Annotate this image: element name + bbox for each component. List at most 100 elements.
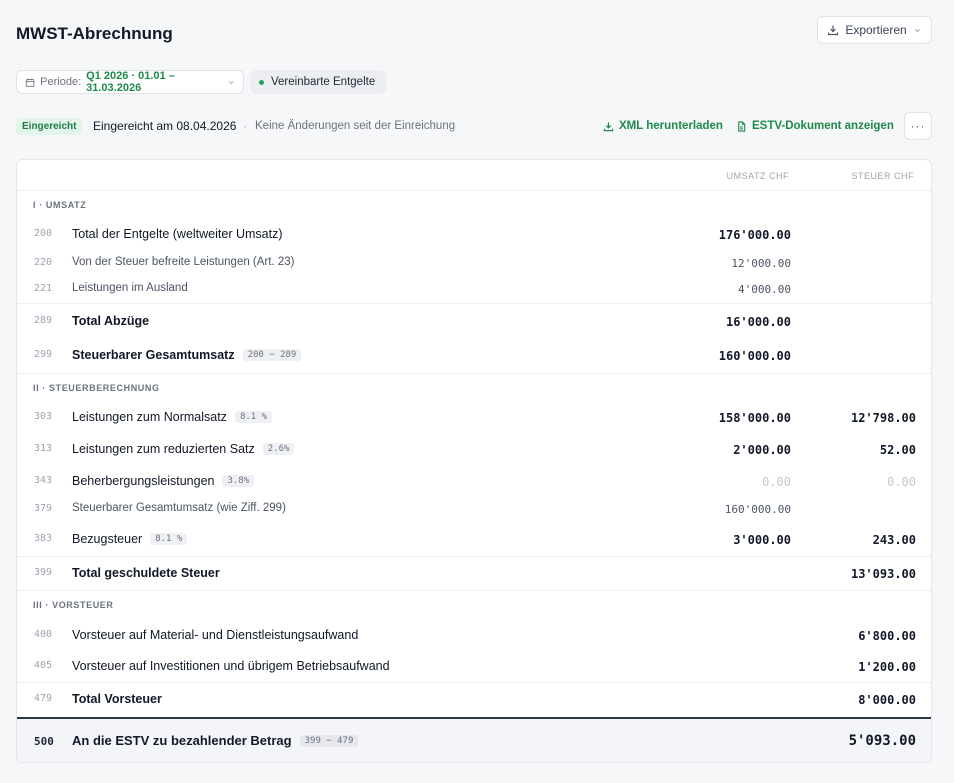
separator: ·: [243, 119, 247, 133]
xml-download-label: XML herunterladen: [619, 120, 723, 132]
row-label: Leistungen zum reduzierten Satz 2.6%: [72, 442, 295, 456]
table-row: 379 Steuerbarer Gesamtumsatz (wie Ziff. …: [17, 499, 931, 521]
row-steuer: 0.00: [887, 475, 916, 489]
chevron-down-icon: [228, 80, 234, 84]
chevron-down-icon: [914, 28, 920, 32]
row-label: Total der Entgelte (weltweiter Umsatz): [72, 227, 283, 241]
row-code: 383: [34, 533, 53, 544]
table-row: 405 Vorsteuer auf Investitionen und übri…: [17, 656, 931, 678]
period-select[interactable]: Periode: Q1 2026 · 01.01 – 31.03.2026: [16, 70, 244, 94]
formula-chip: 399 − 479: [299, 734, 359, 747]
row-umsatz: 12'000.00: [731, 257, 791, 270]
row-code: 221: [34, 283, 53, 294]
row-steuer: 13'093.00: [850, 567, 916, 581]
row-code: 400: [34, 629, 53, 640]
download-icon: [828, 25, 839, 36]
status-badge: Eingereicht: [16, 118, 83, 135]
status-dot-icon: [259, 79, 264, 85]
row-code: 313: [34, 443, 53, 454]
row-code: 399: [34, 567, 53, 578]
divider: [17, 556, 931, 557]
table-row: 289 Total Abzüge 16'000.00: [17, 311, 931, 333]
row-umsatz: 2'000.00: [733, 443, 791, 457]
calendar-icon: [25, 78, 35, 87]
row-label: Von der Steuer befreite Leistungen (Art.…: [72, 256, 295, 268]
xml-download-link[interactable]: XML herunterladen: [603, 120, 723, 132]
row-steuer: 1'200.00: [858, 660, 916, 674]
row-label: Beherbergungsleistungen 3.8%: [72, 474, 255, 488]
export-button[interactable]: Exportieren: [817, 16, 932, 44]
row-code: 405: [34, 660, 53, 671]
row-label: Total geschuldete Steuer: [72, 566, 220, 580]
estv-document-link[interactable]: ESTV-Dokument anzeigen: [736, 120, 894, 132]
rate-chip: 2.6%: [262, 443, 295, 455]
divider: [17, 190, 931, 191]
row-label: Steuerbarer Gesamtumsatz 200 − 289: [72, 348, 302, 362]
row-label: Total Vorsteuer: [72, 692, 162, 706]
table-row: 221 Leistungen im Ausland 4'000.00: [17, 279, 931, 301]
divider: [17, 682, 931, 683]
row-label: Total Abzüge: [72, 314, 150, 328]
page-title: MWST-Abrechnung: [16, 24, 173, 43]
rate-chip: 8.1 %: [150, 533, 188, 545]
section-title-vorsteuer: III · Vorsteuer: [33, 600, 114, 610]
row-umsatz: 16'000.00: [725, 315, 791, 329]
row-steuer: 52.00: [879, 443, 916, 457]
table-row: 383 Bezugsteuer 8.1 % 3'000.00 243.00: [17, 529, 931, 551]
more-options-button[interactable]: ···: [904, 112, 932, 140]
estv-document-label: ESTV-Dokument anzeigen: [752, 120, 894, 132]
row-label: Leistungen zum Normalsatz 8.1 %: [72, 410, 273, 424]
row-steuer: 12'798.00: [850, 411, 916, 425]
table-row: 343 Beherbergungsleistungen 3.8% 0.00 0.0…: [17, 471, 931, 493]
divider: [17, 303, 931, 304]
row-umsatz: 160'000.00: [724, 503, 791, 516]
row-label: Steuerbarer Gesamtumsatz (wie Ziff. 299): [72, 502, 286, 514]
table-row: 399 Total geschuldete Steuer 13'093.00: [17, 563, 931, 585]
row-code: 500: [34, 735, 54, 748]
download-icon: [603, 121, 614, 131]
divider: [17, 590, 931, 591]
row-label: Vorsteuer auf Material- und Dienstleistu…: [72, 628, 359, 642]
table-row: 220 Von der Steuer befreite Leistungen (…: [17, 253, 931, 275]
vat-table: Umsatz CHF Steuer CHF I · Umsatz 200 Tot…: [16, 159, 932, 763]
document-icon: [738, 120, 746, 132]
row-label: Vorsteuer auf Investitionen und übrigem …: [72, 659, 390, 673]
row-code: 479: [34, 693, 53, 704]
export-label: Exportieren: [845, 23, 907, 37]
period-value: Q1 2026 · 01.01 – 31.03.2026: [86, 70, 175, 94]
table-row: 299 Steuerbarer Gesamtumsatz 200 − 289 16…: [17, 345, 931, 367]
no-changes-note: Keine Änderungen seit der Einreichung: [255, 120, 456, 132]
table-row: 200 Total der Entgelte (weltweiter Umsat…: [17, 224, 931, 246]
table-row: 479 Total Vorsteuer 8'000.00: [17, 689, 931, 711]
rate-chip: 3.8%: [222, 475, 255, 487]
formula-chip: 200 − 289: [242, 349, 302, 361]
table-row: 313 Leistungen zum reduzierten Satz 2.6% …: [17, 439, 931, 461]
row-umsatz: 176'000.00: [718, 228, 791, 242]
col-header-umsatz: Umsatz CHF: [726, 171, 789, 181]
total-row: 500 An die ESTV zu bezahlender Betrag 399…: [17, 719, 931, 762]
row-umsatz: 158'000.00: [718, 411, 791, 425]
row-steuer: 243.00: [872, 533, 916, 547]
row-umsatz: 0.00: [762, 475, 791, 489]
method-badge: Vereinbarte Entgelte: [250, 70, 386, 94]
row-steuer: 6'800.00: [858, 629, 916, 643]
row-code: 289: [34, 315, 53, 326]
row-steuer: 8'000.00: [858, 693, 916, 707]
row-umsatz: 3'000.00: [733, 533, 791, 547]
table-row: 303 Leistungen zum Normalsatz 8.1 % 158'0…: [17, 407, 931, 429]
submitted-date: Eingereicht am 08.04.2026: [93, 119, 237, 133]
section-title-steuerberechnung: II · Steuerberechnung: [33, 383, 160, 393]
section-title-umsatz: I · Umsatz: [33, 200, 87, 210]
row-umsatz: 160'000.00: [718, 349, 791, 363]
row-label: Leistungen im Ausland: [72, 282, 188, 294]
method-label: Vereinbarte Entgelte: [271, 76, 376, 88]
row-code: 200: [34, 228, 53, 239]
row-code: 343: [34, 475, 53, 486]
divider: [17, 373, 931, 374]
row-label: An die ESTV zu bezahlender Betrag 399 − 4…: [72, 733, 359, 748]
row-code: 220: [34, 257, 53, 268]
table-row: 400 Vorsteuer auf Material- und Dienstle…: [17, 625, 931, 647]
row-code: 379: [34, 503, 53, 514]
row-code: 299: [34, 349, 53, 360]
row-umsatz: 4'000.00: [738, 283, 791, 296]
